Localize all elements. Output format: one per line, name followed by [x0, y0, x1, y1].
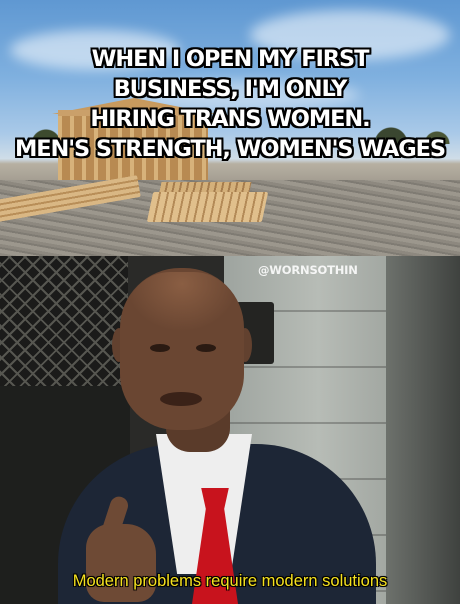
meme: WHEN I OPEN MY FIRST BUSINESS, I'M ONLY … — [0, 0, 460, 604]
lumber-pile — [146, 192, 269, 222]
eye — [150, 344, 170, 352]
top-caption-line: BUSINESS, I'M ONLY — [113, 76, 348, 102]
construction-site-photo: WHEN I OPEN MY FIRST BUSINESS, I'M ONLY … — [0, 0, 460, 256]
bottom-caption: Modern problems require modern solutions — [72, 572, 388, 590]
top-caption-line: MEN'S STRENGTH, WOMEN'S WAGES — [14, 136, 446, 162]
top-caption-line: HIRING TRANS WOMEN. — [90, 106, 370, 132]
top-caption: WHEN I OPEN MY FIRST BUSINESS, I'M ONLY … — [0, 44, 460, 164]
top-caption-line: WHEN I OPEN MY FIRST — [91, 46, 370, 72]
mouth — [160, 392, 202, 406]
reaction-photo: @WORNSOTHIN Modern problems require mode… — [0, 256, 460, 604]
watermark: @WORNSOTHIN — [258, 263, 358, 277]
man-in-suit — [0, 256, 460, 604]
eye — [196, 344, 216, 352]
